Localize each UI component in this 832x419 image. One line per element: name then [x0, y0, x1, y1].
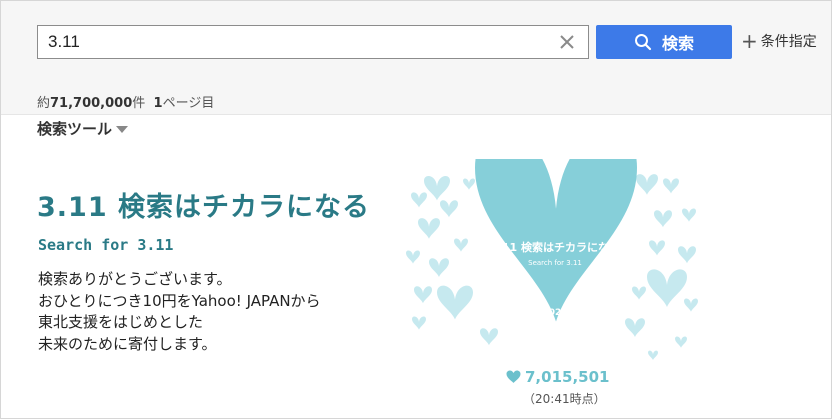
advanced-search-link[interactable]: + 条件指定: [741, 31, 817, 51]
donation-count: 7,015,501: [506, 368, 609, 386]
campaign-body-line: 東北支援をはじめとした: [38, 313, 204, 331]
campaign-title: 3.11 検索はチカラになる: [37, 192, 371, 223]
search-tools-label: 検索ツール: [37, 120, 113, 138]
heart-subtitle: Search for 3.11: [528, 259, 582, 267]
heart-title: 3.11 検索はチカラになる: [490, 241, 620, 254]
donation-count-value: 7,015,501: [525, 368, 610, 386]
donation-count-time: （20:41時点）: [523, 392, 606, 406]
search-input[interactable]: [48, 26, 548, 58]
result-count: 約71,700,000件 1ページ目: [37, 96, 215, 111]
clear-icon[interactable]: [558, 33, 576, 51]
search-box: [37, 25, 589, 59]
heart-icon: [506, 370, 521, 383]
advanced-search-label: 条件指定: [760, 34, 817, 50]
search-button[interactable]: 検索: [596, 25, 732, 59]
search-icon: [634, 34, 652, 51]
caret-down-icon: [116, 126, 129, 133]
search-button-label: 検索: [661, 34, 694, 53]
campaign-body-line: 検索ありがとうございます。: [38, 270, 232, 288]
campaign-subtitle: Search for 3.11: [38, 236, 174, 254]
campaign-body: 検索ありがとうございます。 おひとりにつき10円をYahoo! JAPANから …: [38, 269, 321, 355]
campaign-body-line: 未来のために寄付します。: [38, 334, 217, 353]
heart-year: 2021: [542, 308, 568, 318]
campaign-body-line: おひとりにつき10円をYahoo! JAPANから: [38, 291, 321, 310]
search-tools-toggle[interactable]: 検索ツール: [37, 118, 129, 139]
search-header: 検索 + 条件指定 約71,700,000件 1ページ目: [1, 1, 831, 115]
plus-icon: +: [741, 29, 758, 53]
